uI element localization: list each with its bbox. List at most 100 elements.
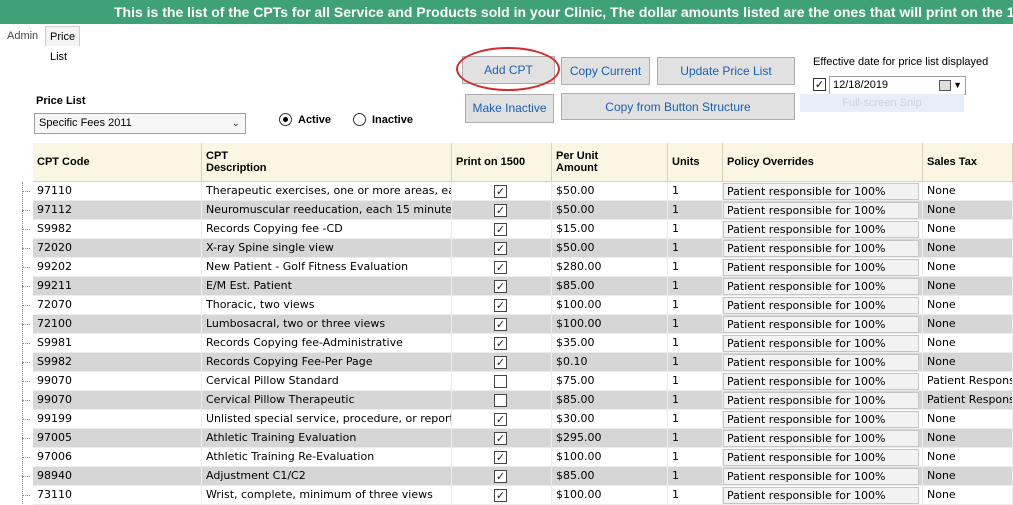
amount-cell[interactable]: $85.00 bbox=[552, 467, 668, 486]
policy-override-button[interactable]: Patient responsible for 100% bbox=[723, 259, 919, 276]
table-row[interactable]: 72020 X-ray Spine single view ✓ $50.00 1 Pati… bbox=[33, 239, 1013, 258]
tab-admin[interactable]: Admin bbox=[3, 26, 42, 46]
units-cell[interactable]: 1 bbox=[668, 334, 723, 353]
units-cell[interactable]: 1 bbox=[668, 448, 723, 467]
table-row[interactable]: 99070 Cervical Pillow Standard $75.00 1 Pati… bbox=[33, 372, 1013, 391]
cpt-code-cell[interactable]: 72100 bbox=[33, 315, 202, 334]
cpt-code-cell[interactable]: 97005 bbox=[33, 429, 202, 448]
policy-override-button[interactable]: Patient responsible for 100% bbox=[723, 221, 919, 238]
description-cell[interactable]: Records Copying Fee-Per Page bbox=[202, 353, 452, 372]
description-cell[interactable]: Athletic Training Re-Evaluation bbox=[202, 448, 452, 467]
sales-tax-cell[interactable]: None bbox=[923, 201, 1013, 220]
print-on-1500-checkbox[interactable] bbox=[494, 394, 507, 407]
description-cell[interactable]: Unlisted special service, procedure, or … bbox=[202, 410, 452, 429]
units-cell[interactable]: 1 bbox=[668, 467, 723, 486]
description-cell[interactable]: E/M Est. Patient bbox=[202, 277, 452, 296]
policy-override-button[interactable]: Patient responsible for 100% bbox=[723, 278, 919, 295]
cpt-code-cell[interactable]: S9982 bbox=[33, 353, 202, 372]
cpt-code-cell[interactable]: 97110 bbox=[33, 182, 202, 201]
copy-current-button[interactable]: Copy Current bbox=[561, 57, 650, 85]
amount-cell[interactable]: $75.00 bbox=[552, 372, 668, 391]
column-header-cpt-code[interactable]: CPT Code bbox=[33, 143, 202, 182]
description-cell[interactable]: Records Copying fee-Administrative bbox=[202, 334, 452, 353]
sales-tax-cell[interactable]: None bbox=[923, 334, 1013, 353]
print-on-1500-checkbox[interactable]: ✓ bbox=[494, 470, 507, 483]
active-radio[interactable] bbox=[279, 113, 292, 126]
active-radio-label[interactable]: Active bbox=[298, 114, 331, 126]
amount-cell[interactable]: $15.00 bbox=[552, 220, 668, 239]
cpt-code-cell[interactable]: 99211 bbox=[33, 277, 202, 296]
table-row[interactable]: 72100 Lumbosacral, two or three views ✓ $10… bbox=[33, 315, 1013, 334]
effective-date-picker[interactable]: 12/18/2019 ▼ bbox=[829, 76, 966, 95]
make-inactive-button[interactable]: Make Inactive bbox=[465, 94, 554, 123]
print-on-1500-checkbox[interactable]: ✓ bbox=[494, 204, 507, 217]
policy-override-button[interactable]: Patient responsible for 100% bbox=[723, 430, 919, 447]
print-on-1500-checkbox[interactable]: ✓ bbox=[494, 299, 507, 312]
table-row[interactable]: 98940 Adjustment C1/C2 ✓ $85.00 1 Patient res… bbox=[33, 467, 1013, 486]
description-cell[interactable]: New Patient - Golf Fitness Evaluation bbox=[202, 258, 452, 277]
sales-tax-cell[interactable]: None bbox=[923, 429, 1013, 448]
policy-override-button[interactable]: Patient responsible for 100% bbox=[723, 297, 919, 314]
column-header-units[interactable]: Units bbox=[668, 143, 723, 182]
policy-override-button[interactable]: Patient responsible for 100% bbox=[723, 183, 919, 200]
cpt-code-cell[interactable]: 72070 bbox=[33, 296, 202, 315]
cpt-code-cell[interactable]: S9981 bbox=[33, 334, 202, 353]
copy-from-button-structure-button[interactable]: Copy from Button Structure bbox=[561, 93, 795, 120]
calendar-icon[interactable] bbox=[939, 80, 951, 91]
cpt-code-cell[interactable]: 72020 bbox=[33, 239, 202, 258]
table-row[interactable]: 97110 Therapeutic exercises, one or more … bbox=[33, 182, 1013, 201]
cpt-code-cell[interactable]: 98940 bbox=[33, 467, 202, 486]
description-cell[interactable]: Neuromuscular reeducation, each 15 minut… bbox=[202, 201, 452, 220]
units-cell[interactable]: 1 bbox=[668, 239, 723, 258]
cpt-code-cell[interactable]: 99202 bbox=[33, 258, 202, 277]
description-cell[interactable]: Wrist, complete, minimum of three views bbox=[202, 486, 452, 505]
sales-tax-cell[interactable]: None bbox=[923, 220, 1013, 239]
column-header-sales-tax[interactable]: Sales Tax bbox=[923, 143, 1013, 182]
table-row[interactable]: 97005 Athletic Training Evaluation ✓ $295.0… bbox=[33, 429, 1013, 448]
sales-tax-cell[interactable]: None bbox=[923, 448, 1013, 467]
table-row[interactable]: 97112 Neuromuscular reeducation, each 15 … bbox=[33, 201, 1013, 220]
print-on-1500-checkbox[interactable]: ✓ bbox=[494, 337, 507, 350]
add-cpt-button[interactable]: Add CPT bbox=[462, 56, 555, 84]
sales-tax-cell[interactable]: None bbox=[923, 277, 1013, 296]
tab-price-list[interactable]: Price List bbox=[45, 26, 81, 63]
policy-override-button[interactable]: Patient responsible for 100% bbox=[723, 411, 919, 428]
sales-tax-cell[interactable]: None bbox=[923, 258, 1013, 277]
sales-tax-cell[interactable]: None bbox=[923, 296, 1013, 315]
units-cell[interactable]: 1 bbox=[668, 201, 723, 220]
print-on-1500-checkbox[interactable]: ✓ bbox=[494, 489, 507, 502]
table-row[interactable]: 99211 E/M Est. Patient ✓ $85.00 1 Patient res… bbox=[33, 277, 1013, 296]
sales-tax-cell[interactable]: None bbox=[923, 239, 1013, 258]
table-row[interactable]: 99202 New Patient - Golf Fitness Evaluati… bbox=[33, 258, 1013, 277]
units-cell[interactable]: 1 bbox=[668, 410, 723, 429]
policy-override-button[interactable]: Patient responsible for 100% bbox=[723, 373, 919, 390]
print-on-1500-checkbox[interactable]: ✓ bbox=[494, 185, 507, 198]
amount-cell[interactable]: $0.10 bbox=[552, 353, 668, 372]
print-on-1500-checkbox[interactable] bbox=[494, 375, 507, 388]
amount-cell[interactable]: $50.00 bbox=[552, 182, 668, 201]
description-cell[interactable]: Records Copying fee -CD bbox=[202, 220, 452, 239]
print-on-1500-checkbox[interactable]: ✓ bbox=[494, 261, 507, 274]
sales-tax-cell[interactable]: None bbox=[923, 486, 1013, 505]
print-on-1500-checkbox[interactable]: ✓ bbox=[494, 413, 507, 426]
cpt-code-cell[interactable]: 97006 bbox=[33, 448, 202, 467]
table-row[interactable]: S9982 Records Copying fee -CD ✓ $15.00 1 Pati… bbox=[33, 220, 1013, 239]
sales-tax-cell[interactable]: None bbox=[923, 315, 1013, 334]
amount-cell[interactable]: $50.00 bbox=[552, 201, 668, 220]
column-header-description[interactable]: CPT Description bbox=[202, 143, 452, 182]
sales-tax-cell[interactable]: None bbox=[923, 467, 1013, 486]
units-cell[interactable]: 1 bbox=[668, 315, 723, 334]
inactive-radio[interactable] bbox=[353, 113, 366, 126]
amount-cell[interactable]: $295.00 bbox=[552, 429, 668, 448]
column-header-per-unit-amount[interactable]: Per Unit Amount bbox=[552, 143, 668, 182]
sales-tax-cell[interactable]: Patient Responsib bbox=[923, 391, 1013, 410]
units-cell[interactable]: 1 bbox=[668, 429, 723, 448]
description-cell[interactable]: Adjustment C1/C2 bbox=[202, 467, 452, 486]
policy-override-button[interactable]: Patient responsible for 100% bbox=[723, 468, 919, 485]
print-on-1500-checkbox[interactable]: ✓ bbox=[494, 242, 507, 255]
amount-cell[interactable]: $85.00 bbox=[552, 391, 668, 410]
policy-override-button[interactable]: Patient responsible for 100% bbox=[723, 202, 919, 219]
table-row[interactable]: S9981 Records Copying fee-Administrative ✓… bbox=[33, 334, 1013, 353]
cpt-code-cell[interactable]: 99070 bbox=[33, 372, 202, 391]
units-cell[interactable]: 1 bbox=[668, 296, 723, 315]
